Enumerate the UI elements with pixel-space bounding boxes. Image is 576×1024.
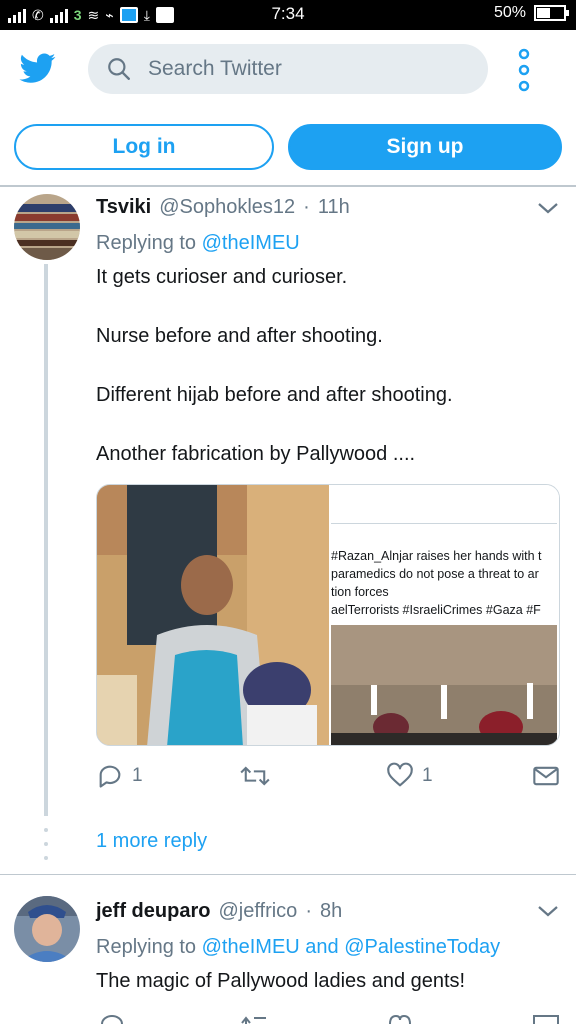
chevron-down-icon[interactable]	[536, 200, 560, 216]
media-photo-right	[331, 625, 557, 745]
mention-link[interactable]: @theIMEU	[202, 232, 300, 254]
media-caption-line: tion forces	[331, 585, 389, 599]
media-screenshot-right[interactable]: #Razan_Alnjar raises her hands with t pa…	[331, 485, 559, 745]
envelope-icon	[533, 766, 559, 786]
tweet-divider	[0, 874, 576, 875]
tweet-text-line: It gets curioser and curioser.	[96, 266, 348, 288]
separator: ·	[305, 900, 312, 922]
media-divider	[331, 523, 557, 524]
author-name[interactable]: Tsviki	[96, 196, 151, 219]
thread-connector	[44, 264, 48, 816]
replying-to: Replying to @theIMEU	[96, 232, 300, 255]
avatar[interactable]	[14, 896, 80, 962]
signup-button[interactable]: Sign up	[288, 124, 562, 170]
status-bar: ✆ 3 ≋ ⌁ ⤓ 7:34 50%	[0, 0, 576, 30]
reply-icon	[99, 765, 121, 788]
author-handle[interactable]: @Sophokles12	[159, 196, 295, 219]
tweet-text-line: Another fabrication by Pallywood ....	[96, 443, 416, 465]
replying-to: Replying to @theIMEU and @PalestineToday	[96, 936, 500, 959]
separator: ·	[303, 196, 310, 218]
mention-link[interactable]: @theIMEU	[202, 936, 300, 958]
avatar-image	[14, 194, 80, 260]
reply-icon[interactable]	[98, 1012, 126, 1024]
replying-to-label: Replying to	[96, 936, 197, 958]
battery-icon	[534, 5, 569, 21]
heart-icon[interactable]	[386, 1012, 414, 1024]
media-caption-line: aelTerrorists #IsraeliCrimes #Gaza #F	[331, 603, 541, 617]
login-button[interactable]: Log in	[14, 124, 274, 170]
chevron-down-icon[interactable]	[536, 903, 560, 919]
author-handle[interactable]: @jeffrico	[218, 900, 297, 923]
header-divider	[0, 185, 576, 187]
thread-dots	[44, 828, 50, 870]
author-name[interactable]: jeff deuparo	[96, 900, 210, 923]
tweet-text-line: Nurse before and after shooting.	[96, 325, 383, 347]
media-caption-line: paramedics do not pose a threat to ar	[331, 567, 539, 581]
retweet-button[interactable]	[240, 760, 278, 792]
tweet-header: jeff deuparo @jeffrico · 8h	[96, 900, 342, 923]
like-count: 1	[422, 765, 433, 786]
mention-joiner: and	[305, 936, 339, 958]
reply-button[interactable]: 1	[96, 760, 143, 792]
tweet-text-line: Different hijab before and after shootin…	[96, 384, 453, 406]
direct-message-button[interactable]	[532, 760, 560, 792]
media-caption-line: #Razan_Alnjar raises her hands with t	[331, 549, 542, 563]
tweet-actions: 1 1	[96, 760, 564, 792]
status-time: 7:34	[271, 4, 305, 23]
replying-to-label: Replying to	[96, 232, 197, 254]
battery-percent: 50%	[493, 4, 526, 21]
media-photo-left[interactable]	[97, 485, 329, 746]
tweet-time[interactable]: 11h	[318, 196, 350, 219]
avatar[interactable]	[14, 194, 80, 260]
reply-count: 1	[132, 765, 143, 786]
like-button[interactable]: 1	[386, 760, 433, 792]
tweet-time[interactable]: 8h	[320, 900, 342, 923]
twitter-bird-icon[interactable]	[18, 50, 58, 86]
more-replies-link[interactable]: 1 more reply	[96, 830, 207, 853]
search-box[interactable]	[88, 44, 488, 94]
mention-link-2[interactable]: @PalestineToday	[344, 936, 500, 958]
search-icon	[108, 58, 130, 80]
more-vertical-icon[interactable]	[512, 48, 536, 92]
envelope-icon[interactable]	[532, 1014, 560, 1024]
search-input[interactable]	[148, 52, 468, 86]
auth-buttons: Log in Sign up	[14, 124, 562, 170]
retweet-icon[interactable]	[240, 1014, 270, 1024]
tweet-media[interactable]: #Razan_Alnjar raises her hands with t pa…	[96, 484, 560, 746]
avatar-image	[14, 896, 80, 962]
retweet-icon	[240, 766, 270, 786]
heart-icon	[387, 762, 413, 787]
status-icons-right: 50%	[493, 4, 569, 22]
app-header	[0, 30, 576, 110]
tweet-header: Tsviki @Sophokles12 · 11h	[96, 196, 350, 219]
battery-fill	[537, 8, 550, 18]
tweet-text-line: The magic of Pallywood ladies and gents!	[96, 970, 466, 992]
